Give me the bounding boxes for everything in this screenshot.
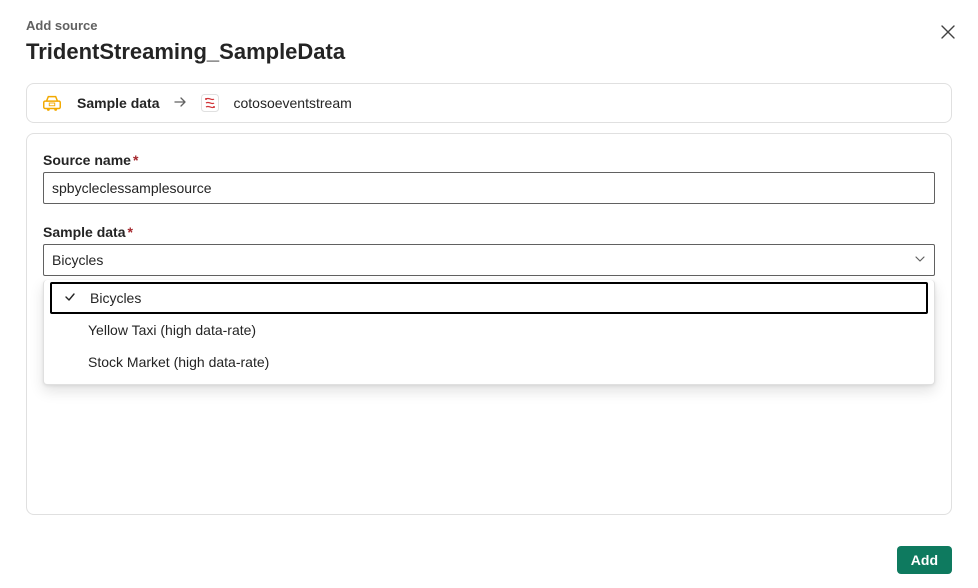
page-title: TridentStreaming_SampleData (26, 39, 952, 65)
sample-data-selected-value: Bicycles (52, 252, 103, 268)
sample-data-label-text: Sample data (43, 224, 125, 240)
source-name-label-text: Source name (43, 152, 131, 168)
required-mark: * (133, 152, 138, 168)
chevron-down-icon (914, 252, 926, 268)
check-icon (64, 290, 76, 306)
breadcrumb: Sample data cotosoeventstream (26, 83, 952, 123)
sample-data-select[interactable]: Bicycles (43, 244, 935, 276)
sample-data-icon (41, 92, 63, 114)
dropdown-option-yellow-taxi[interactable]: Yellow Taxi (high data-rate) (50, 314, 928, 346)
dropdown-option-label: Stock Market (high data-rate) (88, 354, 269, 370)
sample-data-dropdown: Bicycles Yellow Taxi (high data-rate) St… (43, 280, 935, 385)
breadcrumb-source: Sample data (77, 95, 159, 111)
sample-data-label: Sample data* (43, 224, 935, 240)
source-name-label: Source name* (43, 152, 935, 168)
page-subtitle: Add source (26, 18, 952, 33)
close-icon (941, 25, 955, 39)
arrow-right-icon (173, 95, 187, 112)
source-name-input[interactable] (43, 172, 935, 204)
eventstream-icon (201, 94, 219, 112)
dropdown-option-label: Yellow Taxi (high data-rate) (88, 322, 256, 338)
dropdown-option-bicycles[interactable]: Bicycles (50, 282, 928, 314)
dropdown-option-stock-market[interactable]: Stock Market (high data-rate) (50, 346, 928, 378)
breadcrumb-destination: cotosoeventstream (233, 95, 351, 111)
form-card: Source name* Sample data* Bicycles Bicyc… (26, 133, 952, 515)
required-mark: * (127, 224, 132, 240)
dropdown-option-label: Bicycles (90, 290, 141, 306)
close-button[interactable] (938, 22, 958, 42)
footer: Add (897, 546, 952, 574)
add-button[interactable]: Add (897, 546, 952, 574)
